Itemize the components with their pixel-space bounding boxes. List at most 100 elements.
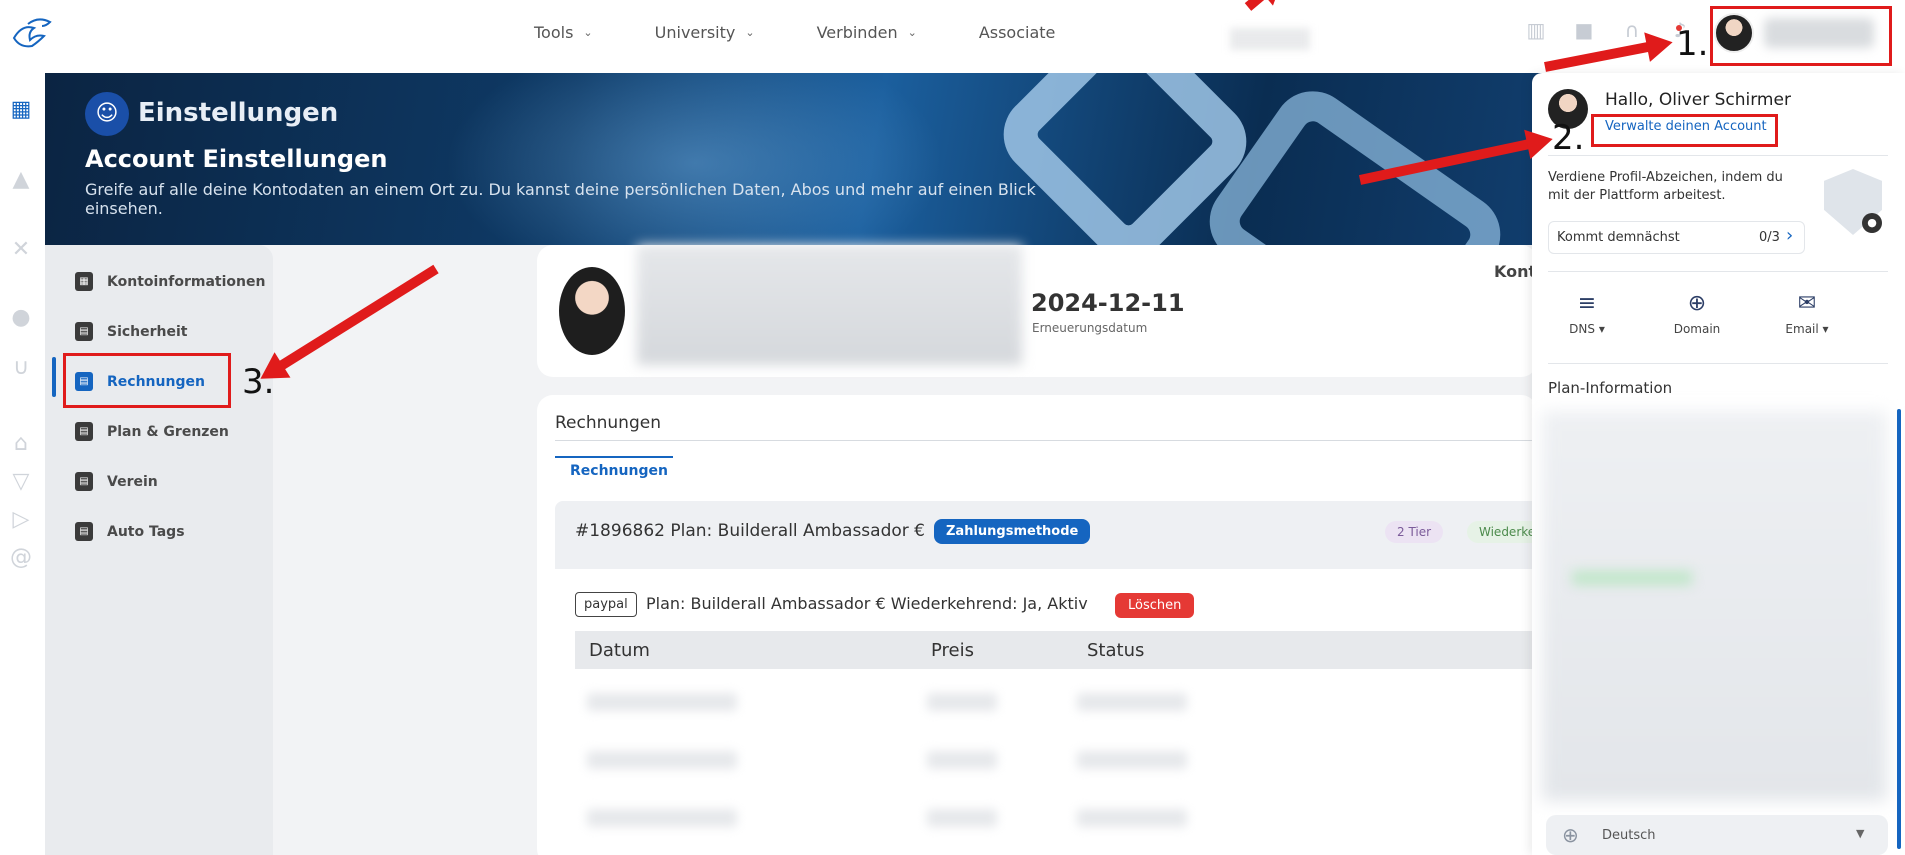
lock-icon: ●	[1862, 213, 1882, 233]
play-icon[interactable]: ▷	[6, 505, 36, 535]
language-select[interactable]: ⊕ Deutsch ▼	[1546, 815, 1888, 855]
tab-rechnungen[interactable]: Rechnungen	[570, 463, 668, 479]
book-icon[interactable]: ▥	[1524, 19, 1548, 41]
annotation-box-3	[63, 353, 231, 408]
quick-action-email[interactable]: ✉ Email ▾	[1772, 291, 1842, 336]
server-icon: ≡	[1577, 291, 1597, 316]
chevron-down-icon: ⌄	[583, 26, 593, 39]
divider	[555, 440, 1545, 441]
nav-university[interactable]: University ⌄	[655, 23, 755, 42]
magnet-icon[interactable]: ∪	[6, 353, 36, 383]
annotation-number-1: 1.	[1676, 24, 1709, 64]
quick-action-domain[interactable]: ⊕ Domain	[1662, 291, 1732, 336]
chevron-down-icon: ⌄	[907, 26, 917, 39]
nav-associate-label: Associate	[978, 23, 1056, 42]
table-row	[587, 809, 737, 827]
profile-card: 2024-12-11 Erneuerungsdatum Kont	[537, 245, 1537, 377]
coming-soon-count: 0/3	[1759, 230, 1780, 245]
nav-associate[interactable]: Associate	[979, 23, 1056, 42]
plan-info-blurred	[1542, 411, 1887, 801]
chevron-right-icon: ›	[1786, 225, 1794, 246]
annotation-number-2: 2.	[1552, 118, 1585, 158]
delete-button[interactable]: Löschen	[1115, 593, 1195, 618]
main-nav: Tools ⌄ University ⌄ Verbinden ⌄ Associate	[534, 23, 1117, 42]
nav-tools[interactable]: Tools ⌄	[534, 23, 593, 42]
divider	[1548, 155, 1888, 156]
plan-info-blurred-highlight	[1572, 571, 1692, 585]
tab-underline	[555, 456, 673, 458]
page-subtitle: Account Einstellungen	[85, 145, 388, 173]
quick-action-label: DNS	[1569, 322, 1595, 336]
dashboard-icon[interactable]: ▦	[6, 95, 36, 125]
renewal-date: 2024-12-11	[1031, 289, 1185, 317]
globe-www-icon: ⊕	[1687, 291, 1707, 316]
menu-item-label: Verein	[107, 473, 158, 490]
column-header-preis: Preis	[931, 640, 974, 661]
caret-down-icon: ▼	[1856, 827, 1865, 840]
menu-item-auto-tags[interactable]: ▤ Auto Tags	[75, 522, 185, 541]
coming-soon-label: Kommt demnächst	[1557, 230, 1680, 245]
table-row	[927, 751, 997, 769]
plan-header: #1896862 Plan: Builderall Ambassador € Z…	[555, 501, 1560, 569]
envelope-icon: ✉	[1797, 291, 1817, 316]
account-label: Kont	[1494, 262, 1537, 281]
table-row	[1077, 809, 1187, 827]
account-dropdown-panel: Hallo, Oliver Schirmer Verwalte deinen A…	[1532, 73, 1905, 855]
caret-down-icon: ▾	[1598, 322, 1605, 336]
settings-menu: ▦ Kontoinformationen ▤ Sicherheit ▤ Rechnun…	[45, 245, 273, 855]
app-rail: ▦ ▲ ✕ ● ∪ ⌂ ▽ ▷ @	[0, 73, 45, 855]
menu-item-plan-grenzen[interactable]: ▤ Plan & Grenzen	[75, 422, 229, 441]
table-row	[1077, 751, 1187, 769]
badges-text: Verdiene Profil-Abzeichen, indem du mit …	[1548, 170, 1783, 203]
payment-method-button[interactable]: Zahlungsmethode	[934, 519, 1091, 544]
divider	[1548, 271, 1888, 272]
profile-details-blurred	[637, 245, 1022, 365]
document-icon: ▤	[75, 472, 93, 491]
plan-status-line: Plan: Builderall Ambassador € Wiederkehr…	[646, 594, 1088, 613]
paypal-badge: paypal	[575, 592, 637, 617]
quick-action-label: Email	[1785, 322, 1819, 336]
document-icon: ▤	[75, 322, 93, 341]
menu-item-kontoinformationen[interactable]: ▦ Kontoinformationen	[75, 272, 265, 291]
language-value: Deutsch	[1602, 828, 1656, 843]
builderall-logo[interactable]	[8, 14, 58, 52]
panel-scrollbar[interactable]	[1897, 409, 1901, 849]
divider	[1548, 363, 1888, 364]
document-icon: ▤	[75, 422, 93, 441]
user-icon: ☺	[85, 92, 129, 136]
rocket-icon[interactable]: ▲	[6, 165, 36, 195]
nav-verbinden[interactable]: Verbinden ⌄	[817, 23, 917, 42]
active-indicator	[52, 357, 56, 397]
table-row	[927, 809, 997, 827]
plan-header-title: #1896862 Plan: Builderall Ambassador €	[575, 521, 925, 541]
table-row	[587, 693, 737, 711]
menu-item-sicherheit[interactable]: ▤ Sicherheit	[75, 322, 188, 341]
globe-icon: ⊕	[1562, 823, 1579, 847]
nav-tools-label: Tools	[534, 23, 574, 42]
nav-verbinden-label: Verbinden	[816, 23, 898, 42]
dashboard-icon: ▦	[75, 272, 93, 291]
tier-badge: 2 Tier	[1385, 521, 1444, 543]
invoices-card: Rechnungen Rechnungen #1896862 Plan: Bui…	[537, 395, 1560, 855]
invoices-title: Rechnungen	[555, 413, 661, 433]
page-description: Greife auf alle deine Kontodaten an eine…	[85, 180, 1036, 218]
table-row	[1077, 693, 1187, 711]
at-sign-icon[interactable]: @	[6, 543, 36, 573]
headset-icon[interactable]: ∩	[1620, 19, 1644, 41]
video-icon[interactable]: ■	[1572, 19, 1596, 41]
plan-info-title: Plan-Information	[1548, 379, 1673, 397]
profile-avatar	[559, 267, 625, 355]
menu-item-label: Sicherheit	[107, 323, 188, 340]
coming-soon-row[interactable]: Kommt demnächst 0/3 ›	[1548, 221, 1805, 254]
menu-item-label: Auto Tags	[107, 523, 185, 540]
filter-icon[interactable]: ▽	[6, 467, 36, 497]
menu-item-verein[interactable]: ▤ Verein	[75, 472, 158, 491]
annotation-box-1	[1710, 6, 1892, 66]
search-person-icon[interactable]: ●	[6, 303, 36, 333]
annotation-arrow-3	[276, 264, 439, 372]
page-title: Einstellungen	[138, 98, 339, 128]
tools-icon[interactable]: ✕	[6, 235, 36, 265]
quick-action-dns[interactable]: ≡ DNS ▾	[1552, 291, 1622, 336]
renewal-date-label: Erneuerungsdatum	[1032, 321, 1148, 335]
funnel-icon[interactable]: ⌂	[6, 429, 36, 459]
